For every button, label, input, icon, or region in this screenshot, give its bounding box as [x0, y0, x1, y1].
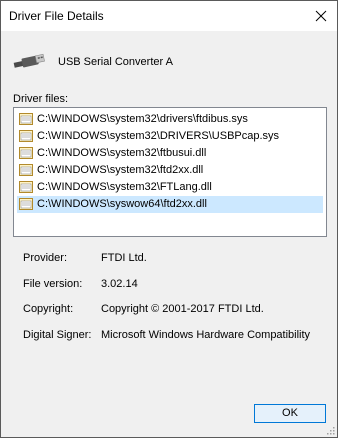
file-path: C:\WINDOWS\system32\ftd2xx.dll	[37, 164, 204, 176]
provider-value: FTDI Ltd.	[101, 252, 147, 264]
file-list-item[interactable]: C:\WINDOWS\system32\DRIVERS\USBPcap.sys	[17, 128, 323, 145]
close-icon	[315, 10, 327, 22]
file-icon	[19, 130, 33, 142]
title-bar: Driver File Details	[1, 1, 337, 31]
window-title: Driver File Details	[9, 9, 104, 23]
file-list-item-selected[interactable]: C:\WINDOWS\syswow64\ftd2xx.dll	[17, 196, 323, 213]
file-icon	[19, 181, 33, 193]
resize-grip-icon[interactable]	[325, 425, 335, 435]
digital-signer-label: Digital Signer:	[23, 329, 92, 341]
file-path: C:\WINDOWS\system32\drivers\ftdibus.sys	[37, 113, 248, 125]
driver-file-details-dialog: Driver File Details USB Serial Converter…	[0, 0, 338, 438]
file-path: C:\WINDOWS\syswow64\ftd2xx.dll	[37, 198, 207, 210]
file-version-value: 3.02.14	[101, 278, 138, 290]
file-path: C:\WINDOWS\system32\FTLang.dll	[37, 181, 212, 193]
file-list-item[interactable]: C:\WINDOWS\system32\FTLang.dll	[17, 179, 323, 196]
digital-signer-value: Microsoft Windows Hardware Compatibility	[101, 329, 311, 341]
file-version-label: File version:	[23, 278, 83, 290]
ok-button[interactable]: OK	[254, 404, 326, 423]
file-icon	[19, 164, 33, 176]
copyright-value: Copyright © 2001-2017 FTDI Ltd.	[101, 303, 264, 315]
ok-button-label: OK	[282, 407, 298, 419]
copyright-label: Copyright:	[23, 303, 74, 315]
file-path: C:\WINDOWS\system32\DRIVERS\USBPcap.sys	[37, 130, 280, 142]
device-name: USB Serial Converter A	[58, 56, 173, 68]
file-icon	[19, 198, 33, 210]
provider-label: Provider:	[23, 252, 68, 264]
file-list-item[interactable]: C:\WINDOWS\system32\drivers\ftdibus.sys	[17, 111, 323, 128]
usb-plug-icon	[13, 53, 45, 68]
driver-files-label: Driver files:	[13, 93, 69, 105]
file-list-item[interactable]: C:\WINDOWS\system32\ftd2xx.dll	[17, 162, 323, 179]
file-icon	[19, 147, 33, 159]
file-path: C:\WINDOWS\system32\ftbusui.dll	[37, 147, 207, 159]
file-icon	[19, 113, 33, 125]
close-button[interactable]	[305, 1, 337, 31]
file-list-item[interactable]: C:\WINDOWS\system32\ftbusui.dll	[17, 145, 323, 162]
driver-files-list[interactable]: C:\WINDOWS\system32\drivers\ftdibus.sys …	[13, 107, 327, 237]
